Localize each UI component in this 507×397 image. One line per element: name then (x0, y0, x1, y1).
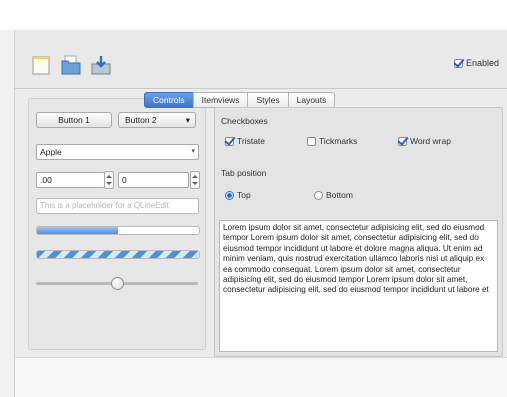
progress-fill (37, 227, 118, 234)
tab-position-group-title: Tab position (221, 168, 267, 178)
radio-top[interactable]: Top (225, 190, 251, 200)
radio-label: Bottom (326, 190, 353, 200)
tab-controls[interactable]: Controls (144, 92, 194, 108)
tab-styles[interactable]: Styles (247, 92, 289, 108)
chevron-down-icon: ▾ (191, 148, 195, 155)
checkbox-label: Word wrap (410, 136, 451, 146)
tab-itemviews[interactable]: Itemviews (192, 92, 249, 108)
checkbox-label: Tristate (237, 136, 266, 146)
checkbox-label: Tickmarks (319, 136, 358, 146)
button-2-menu[interactable]: Button 2 ▾ (118, 112, 196, 128)
double-spinbox[interactable]: .00 (36, 172, 105, 188)
toolbar (14, 30, 507, 89)
placeholder-line-edit[interactable]: This is a placeholder for a QLineEdit (36, 198, 199, 214)
text-edit[interactable]: Lorem ipsum dolor sit amet, consectetur … (219, 220, 498, 352)
radio-label: Top (237, 190, 251, 200)
checkboxes-group-title: Checkboxes (221, 116, 268, 126)
spinbox-arrows-icon[interactable] (104, 171, 114, 189)
combobox-value: Apple (40, 147, 62, 157)
enabled-checkbox[interactable]: Enabled (453, 58, 499, 68)
enabled-label: Enabled (465, 58, 499, 68)
checkbox-box-icon[interactable] (307, 136, 316, 146)
checkbox-tickmarks[interactable]: Tickmarks (307, 136, 357, 146)
spinbox-arrows-icon[interactable] (190, 171, 200, 189)
int-spinbox[interactable]: 0 (118, 172, 189, 188)
new-file-icon[interactable] (30, 54, 52, 76)
left-panel (28, 98, 206, 350)
tab-layouts[interactable]: Layouts (287, 92, 336, 108)
top-gap (0, 0, 507, 30)
progress-bar (36, 226, 200, 235)
chevron-down-icon: ▾ (185, 115, 190, 125)
busy-indicator (36, 250, 200, 259)
save-icon[interactable] (90, 54, 112, 76)
checkbox-check-icon[interactable] (398, 136, 407, 146)
checkbox-word-wrap[interactable]: Word wrap (398, 136, 451, 146)
slider-handle[interactable] (111, 277, 124, 290)
checkbox-check-icon[interactable] (225, 136, 234, 146)
button-2-label: Button 2 (125, 115, 157, 125)
open-folder-icon[interactable] (60, 54, 82, 76)
button-1[interactable]: Button 1 (36, 112, 112, 128)
status-area (14, 357, 507, 397)
radio-bottom[interactable]: Bottom (314, 190, 353, 200)
tab-bar: Controls Itemviews Styles Layouts (144, 92, 336, 108)
checkbox-tristate[interactable]: Tristate (225, 136, 265, 146)
enabled-check-icon[interactable] (453, 58, 463, 68)
radio-unselected-icon[interactable] (314, 190, 323, 200)
radio-selected-icon[interactable] (225, 190, 234, 200)
fruit-combobox[interactable]: Apple ▾ (36, 144, 199, 160)
